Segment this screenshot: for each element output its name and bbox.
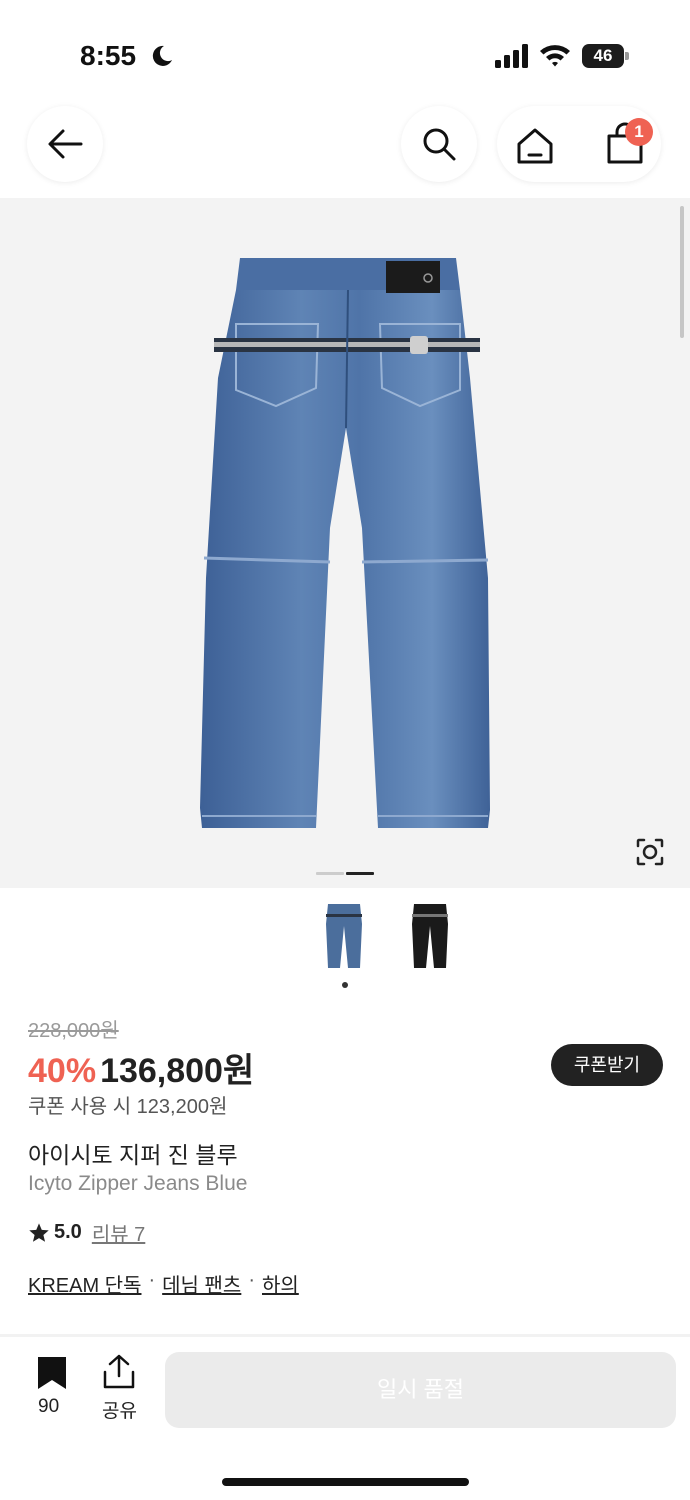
price-row: 40% 136,800원 bbox=[28, 1043, 254, 1092]
tag-separator: · bbox=[248, 1269, 255, 1291]
product-name-en: Icyto Zipper Jeans Blue bbox=[28, 1172, 248, 1195]
thumbnail-black[interactable] bbox=[400, 900, 460, 972]
tag-exclusive[interactable]: KREAM 단독 bbox=[28, 1269, 141, 1298]
review-link[interactable]: 리뷰 7 bbox=[92, 1218, 145, 1247]
battery-tip bbox=[625, 52, 629, 60]
status-bar: 8:55 46 bbox=[0, 0, 690, 100]
coupon-price: 쿠폰 사용 시 123,200원 bbox=[28, 1096, 228, 1118]
search-icon bbox=[423, 128, 456, 161]
product-image[interactable] bbox=[0, 198, 690, 888]
share-label[interactable]: 공유 bbox=[102, 1396, 137, 1423]
category-tags: KREAM 단독 · 데님 팬츠 · 하의 bbox=[28, 1269, 299, 1298]
bookmark-icon[interactable] bbox=[36, 1356, 68, 1390]
nav-pill: 1 bbox=[497, 106, 661, 182]
coupon-button[interactable]: 쿠폰받기 bbox=[551, 1044, 663, 1086]
thumbnail-blue[interactable] bbox=[314, 900, 374, 972]
signal-icon bbox=[495, 44, 528, 68]
cart-count-badge: 1 bbox=[625, 118, 653, 146]
moon-icon bbox=[152, 45, 172, 66]
tag-bottoms[interactable]: 하의 bbox=[262, 1269, 299, 1298]
pager-dot-active[interactable] bbox=[346, 872, 374, 875]
battery-icon: 46 bbox=[582, 44, 630, 68]
tag-separator: · bbox=[148, 1269, 156, 1291]
share-icon[interactable] bbox=[102, 1354, 136, 1390]
star-icon bbox=[29, 1222, 49, 1242]
discount-rate: 40% bbox=[28, 1052, 97, 1090]
scroll-indicator[interactable] bbox=[680, 206, 684, 338]
thumbnail-selected-dot bbox=[342, 982, 348, 988]
lens-icon[interactable] bbox=[630, 832, 670, 872]
bookmark-count: 90 bbox=[38, 1396, 60, 1417]
sale-price: 136,800원 bbox=[100, 1052, 255, 1090]
original-price: 228,000원 bbox=[28, 1020, 119, 1042]
status-time: 8:55 bbox=[80, 40, 137, 71]
product-name-ko: 아이시토 지퍼 진 블루 bbox=[28, 1142, 238, 1168]
rating-value: 5.0 bbox=[54, 1221, 82, 1243]
back-button[interactable] bbox=[27, 106, 103, 182]
home-icon[interactable] bbox=[513, 124, 557, 168]
back-arrow-icon bbox=[48, 129, 83, 159]
jeans-image bbox=[200, 258, 490, 828]
home-indicator[interactable] bbox=[222, 1478, 469, 1486]
pager-dot[interactable] bbox=[316, 872, 344, 875]
search-button[interactable] bbox=[401, 106, 477, 182]
wifi-icon bbox=[540, 45, 570, 67]
divider bbox=[0, 1334, 690, 1337]
soldout-button[interactable]: 일시 품절 bbox=[165, 1352, 676, 1428]
battery-level: 46 bbox=[582, 44, 624, 68]
tag-denim-pants[interactable]: 데님 팬츠 bbox=[162, 1269, 241, 1298]
rating-row: 5.0 리뷰 7 bbox=[28, 1218, 145, 1247]
